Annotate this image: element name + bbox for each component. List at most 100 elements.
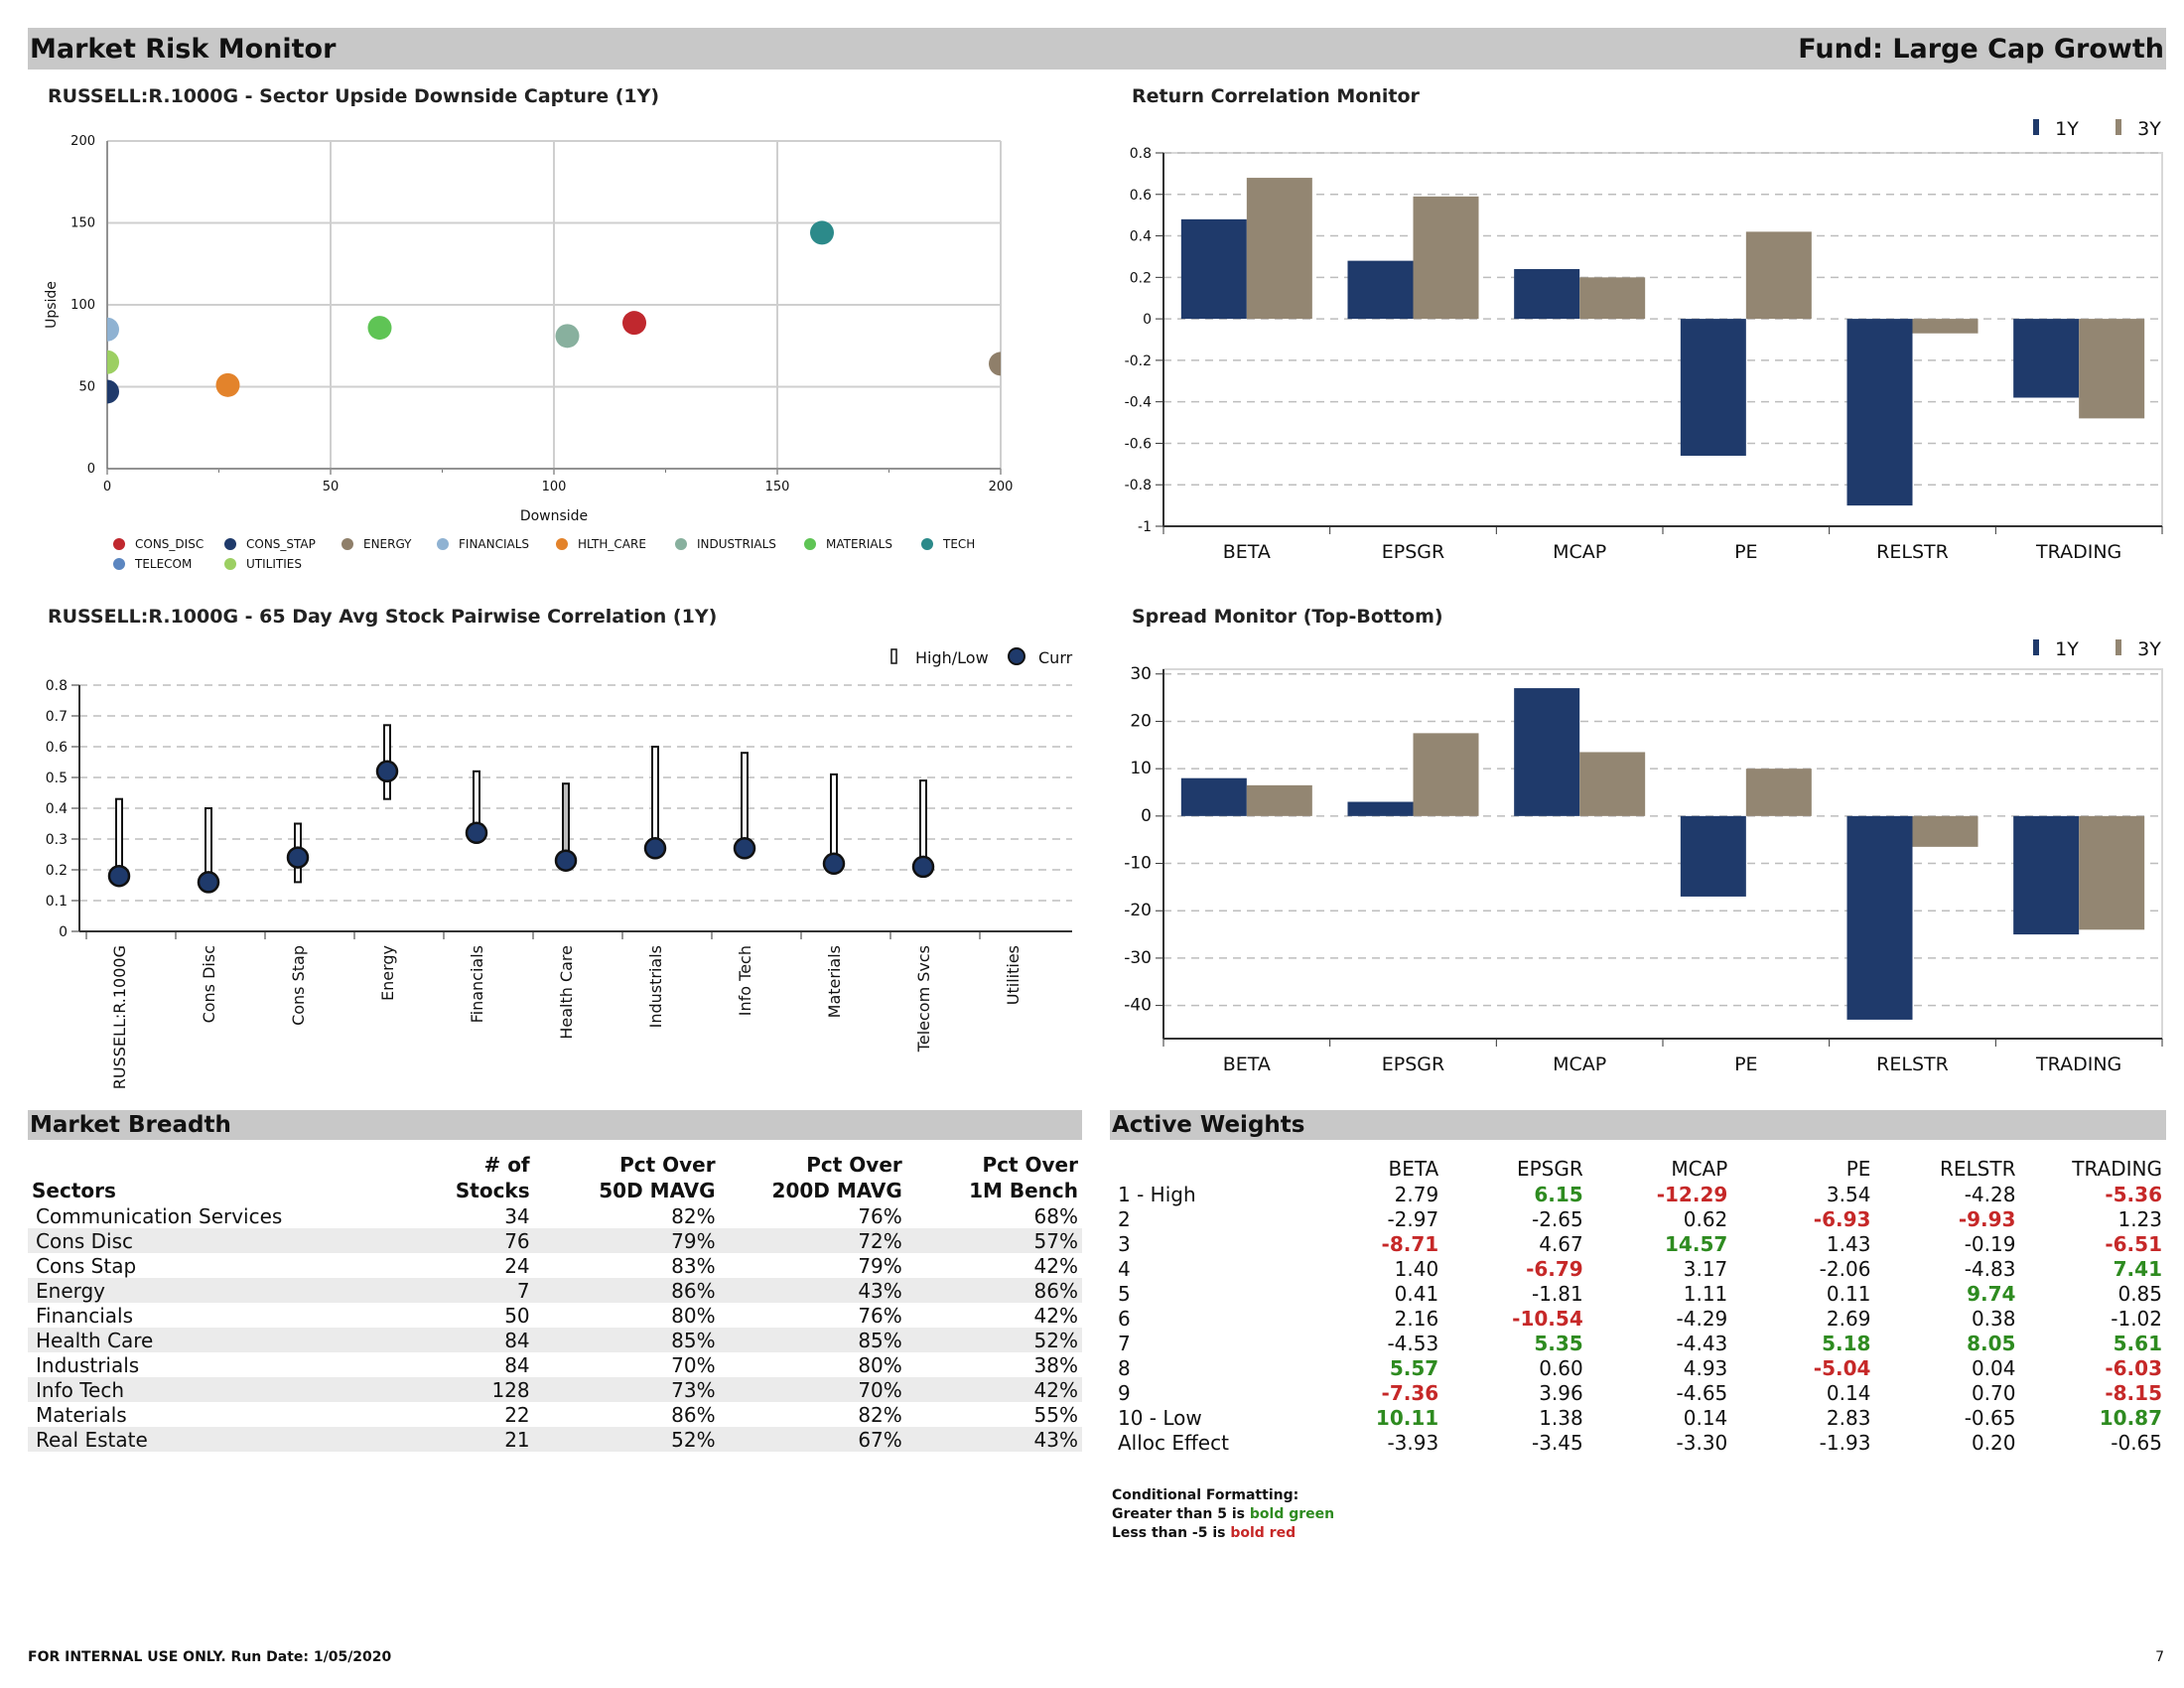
table-row: 1 - High 2.79 6.15 -12.29 3.54 -4.28 -5.36 [1110, 1182, 2166, 1206]
table-cell: 14.57 [1665, 1231, 1728, 1256]
y-tick-label: 200 [70, 134, 95, 149]
col-mcap: MCAP [1671, 1157, 1728, 1181]
y-tick-label: -10 [1124, 854, 1152, 874]
legend-label: CONS_STAP [246, 537, 316, 551]
y-tick-label: 50 [78, 380, 95, 395]
table-cell: 86% [905, 1278, 1082, 1303]
table-cell: 85% [533, 1328, 720, 1352]
table-row: Info Tech 128 73% 70% 42% [28, 1377, 1082, 1402]
legend-label: TECH [942, 537, 975, 551]
table-cell: 1.38 [1539, 1405, 1583, 1430]
table-cell: -4.29 [1676, 1306, 1728, 1331]
table-cell: Financials [36, 1303, 133, 1328]
table-cell: Materials [36, 1402, 127, 1427]
bar-3y-relstr [1912, 319, 1979, 334]
col-pe: PE [1845, 1157, 1871, 1181]
range-bar-industrials [651, 746, 659, 853]
point-cons_disc [622, 311, 646, 336]
x-tick-label: Cons Disc [200, 945, 218, 1023]
table-cell: -6.93 [1813, 1206, 1871, 1231]
notes-red-rule: Less than -5 is bold red [1112, 1525, 1297, 1541]
pairwise-chart: 0.8 0.7 0.6 0.5 0.4 0.3 0.2 0.1 0 RUSSELL:R.1000G… [46, 647, 1073, 1089]
table-cell: 0.60 [1539, 1355, 1583, 1380]
bar-1y-relstr [1846, 319, 1913, 506]
y-tick-label: -0.6 [1125, 436, 1152, 452]
x-tick-label: Materials [825, 945, 844, 1018]
legend-label: UTILITIES [246, 557, 302, 571]
table-cell: 80% [671, 1303, 716, 1328]
table-row: Cons Disc 76 79% 72% 57% [28, 1228, 1082, 1253]
table-cell: 2.69 [1826, 1306, 1871, 1331]
y-tick-label: 0.2 [1130, 270, 1152, 286]
y-tick-label: 0.6 [46, 740, 68, 756]
table-cell: 0.70 [1971, 1380, 2016, 1405]
page-title: Market Risk Monitor [30, 33, 337, 65]
table-cell: -0.19 [1964, 1231, 2016, 1256]
x-tick-label: PE [1734, 541, 1757, 563]
table-cell: 10.87 [2099, 1405, 2162, 1430]
point-tech [810, 220, 834, 245]
scatter-chart: 0 50 100 150 200 0 50 100 150 200 Downside Upside CO… [44, 134, 1013, 571]
y-tick-label: -0.2 [1125, 353, 1152, 369]
table-row: 6 2.16 -10.54 -4.29 2.69 0.38 -1.02 [1110, 1306, 2166, 1331]
curr-marker-energy [375, 760, 399, 783]
bar-3y-beta [1246, 784, 1312, 816]
row-label: 1 - High [1118, 1182, 1196, 1206]
table-cell: 5.18 [1822, 1331, 1871, 1355]
point-hlth_care [215, 372, 240, 397]
table-cell: 4.67 [1539, 1231, 1583, 1256]
table-row: Communication Services 34 82% 76% 68% [28, 1203, 1082, 1228]
curr-marker-materials [822, 852, 846, 876]
bar-3y-pe [1745, 231, 1812, 320]
table-cell: 1.40 [1394, 1256, 1439, 1281]
y-tick-label: -40 [1124, 996, 1152, 1016]
spread-monitor-title: Spread Monitor (Top-Bottom) [1132, 606, 1443, 628]
y-tick-label: 0.6 [1130, 188, 1152, 204]
bar-3y-trading [2079, 815, 2145, 930]
table-row: 4 1.40 -6.79 3.17 -2.06 -4.83 7.41 [1110, 1256, 2166, 1281]
table-cell: 43% [905, 1427, 1082, 1452]
y-tick-label: 0.4 [1130, 229, 1152, 245]
table-row: Industrials 84 70% 80% 38% [28, 1352, 1082, 1377]
x-tick-label: 0 [103, 480, 111, 494]
header-bar: Market Risk Monitor Fund: Large Cap Grow… [28, 28, 2166, 70]
table-row: Energy 7 86% 43% 86% [28, 1278, 1082, 1303]
table-row: Real Estate 21 52% 67% 43% [28, 1427, 1082, 1452]
x-tick-label: MCAP [1553, 1054, 1606, 1075]
x-tick-label: 50 [323, 480, 340, 494]
x-tick-label: Utilities [1004, 945, 1023, 1005]
legend-swatch [804, 538, 816, 550]
row-label: 2 [1118, 1206, 1131, 1231]
table-cell: Health Care [28, 1328, 420, 1352]
table-cell: 73% [533, 1377, 720, 1402]
market-breadth-table: Sectors # of Stocks Pct Over 50D MAVG Pct … [28, 1152, 1082, 1452]
y-tick-label: 0.8 [1130, 146, 1152, 162]
table-cell: 82% [671, 1203, 716, 1228]
bar-1y-beta [1180, 218, 1247, 320]
point-materials [367, 316, 392, 341]
y-tick-label: 0.7 [46, 709, 68, 725]
row-label: 4 [1118, 1256, 1131, 1281]
table-cell: -0.65 [2111, 1430, 2162, 1455]
y-tick-label: 0.2 [46, 863, 68, 879]
table-cell: 76 [419, 1228, 534, 1253]
curr-marker-telecom-svcs [911, 855, 935, 879]
table-cell: 79% [858, 1253, 902, 1278]
y-tick-label: 0.1 [46, 894, 68, 910]
y-tick-label: -30 [1124, 948, 1152, 968]
table-cell: 3.54 [1826, 1182, 1871, 1206]
table-cell: -1.02 [2111, 1306, 2162, 1331]
table-cell: 43% [719, 1278, 906, 1303]
point-financials [107, 317, 119, 342]
bar-1y-pe [1680, 815, 1746, 897]
table-cell: -1.81 [1531, 1281, 1583, 1306]
bar-3y-pe [1745, 769, 1812, 816]
x-tick-label: BETA [1223, 541, 1271, 563]
legend-swatch [437, 538, 449, 550]
table-cell: 10.11 [1375, 1405, 1439, 1430]
x-tick-label: Financials [468, 945, 486, 1023]
col-relstr: RELSTR [1939, 1157, 2016, 1181]
col-sectors: Sectors [32, 1179, 116, 1202]
x-tick-label: BETA [1223, 1054, 1271, 1075]
x-tick-label: Telecom Svcs [914, 945, 933, 1053]
